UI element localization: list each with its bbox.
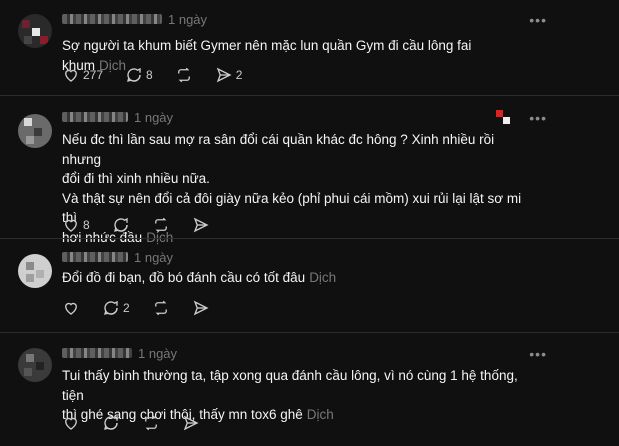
more-options-icon[interactable]: ••• xyxy=(529,346,547,362)
share-button[interactable] xyxy=(182,414,200,432)
send-icon xyxy=(216,67,232,83)
divider xyxy=(0,95,619,96)
send-icon xyxy=(193,217,209,233)
timestamp: 1 ngày xyxy=(168,11,208,27)
action-bar xyxy=(62,414,222,432)
comment-header: 1 ngày xyxy=(62,248,173,266)
comment-line: đổi đi thì xinh nhiều nữa. xyxy=(62,171,210,186)
comment-line: Tui thấy bình thường ta, tập xong qua đá… xyxy=(62,368,518,403)
comment: 1 ngày ••• Tui thấy bình thường ta, tập … xyxy=(0,344,619,444)
timestamp: 1 ngày xyxy=(134,249,174,265)
translate-link[interactable]: Dịch xyxy=(307,407,334,422)
comment-icon xyxy=(104,415,118,430)
repost-icon xyxy=(154,217,167,233)
comment-text: Đổi đồ đi bạn, đồ bó đánh cầu có tốt đâu… xyxy=(62,268,532,288)
send-icon xyxy=(193,300,209,316)
comment: 1 ngày Đổi đồ đi bạn, đồ bó đánh cầu có … xyxy=(0,248,619,328)
like-button[interactable]: 8 xyxy=(62,216,90,234)
more-options-icon[interactable]: ••• xyxy=(529,12,547,28)
comment-header: 1 ngày xyxy=(62,10,207,28)
reply-button[interactable] xyxy=(102,414,120,432)
heart-icon xyxy=(65,302,77,315)
comment-header: 1 ngày xyxy=(62,108,173,126)
repost-icon xyxy=(177,67,190,83)
divider xyxy=(0,238,619,239)
username[interactable] xyxy=(62,14,162,24)
timestamp: 1 ngày xyxy=(134,109,174,125)
repost-button[interactable] xyxy=(142,414,160,432)
action-bar: 2 xyxy=(62,299,232,317)
repost-button[interactable] xyxy=(152,216,170,234)
reply-button[interactable]: 2 xyxy=(102,299,130,317)
reaction-badge xyxy=(496,110,510,124)
avatar[interactable] xyxy=(18,114,52,148)
like-button[interactable] xyxy=(62,299,80,317)
avatar[interactable] xyxy=(18,254,52,288)
username[interactable] xyxy=(62,252,128,262)
reply-button[interactable] xyxy=(112,216,130,234)
more-options-icon[interactable]: ••• xyxy=(529,110,547,126)
avatar[interactable] xyxy=(18,348,52,382)
comment-header: 1 ngày xyxy=(62,344,177,362)
comment: 1 ngày ••• Sợ người ta khum biết Gymer n… xyxy=(0,10,619,95)
like-count: 8 xyxy=(83,218,90,232)
share-button[interactable]: 2 xyxy=(215,66,243,84)
translate-link[interactable]: Dịch xyxy=(309,270,336,285)
comment-icon xyxy=(113,217,128,232)
divider xyxy=(0,332,619,333)
comment-body: Đổi đồ đi bạn, đồ bó đánh cầu có tốt đâu xyxy=(62,270,306,285)
repost-icon xyxy=(145,415,157,431)
repost-button[interactable] xyxy=(175,66,193,84)
comment: 1 ngày ••• Nếu đc thì lần sau mợ ra sân … xyxy=(0,108,619,245)
heart-icon xyxy=(65,219,77,232)
repost-icon xyxy=(154,300,167,316)
like-button[interactable] xyxy=(62,414,80,432)
action-bar: 277 8 2 xyxy=(62,66,264,84)
heart-icon xyxy=(65,417,77,430)
like-count: 277 xyxy=(83,68,104,82)
reply-count: 2 xyxy=(123,301,130,315)
reply-button[interactable]: 8 xyxy=(125,66,153,84)
avatar[interactable] xyxy=(18,14,52,48)
like-button[interactable]: 277 xyxy=(62,66,103,84)
comment-icon xyxy=(127,67,141,82)
comment-icon xyxy=(104,300,118,315)
send-icon xyxy=(183,415,199,431)
username[interactable] xyxy=(62,112,128,122)
action-bar: 8 xyxy=(62,216,232,234)
repost-button[interactable] xyxy=(152,299,170,317)
timestamp: 1 ngày xyxy=(138,345,178,361)
share-count: 2 xyxy=(235,68,243,82)
share-button[interactable] xyxy=(192,299,210,317)
username[interactable] xyxy=(62,348,132,358)
heart-icon xyxy=(65,69,77,82)
comment-line: Nếu đc thì lần sau mợ ra sân đổi cái quầ… xyxy=(62,132,495,167)
share-button[interactable] xyxy=(192,216,210,234)
reply-count: 8 xyxy=(146,68,153,82)
